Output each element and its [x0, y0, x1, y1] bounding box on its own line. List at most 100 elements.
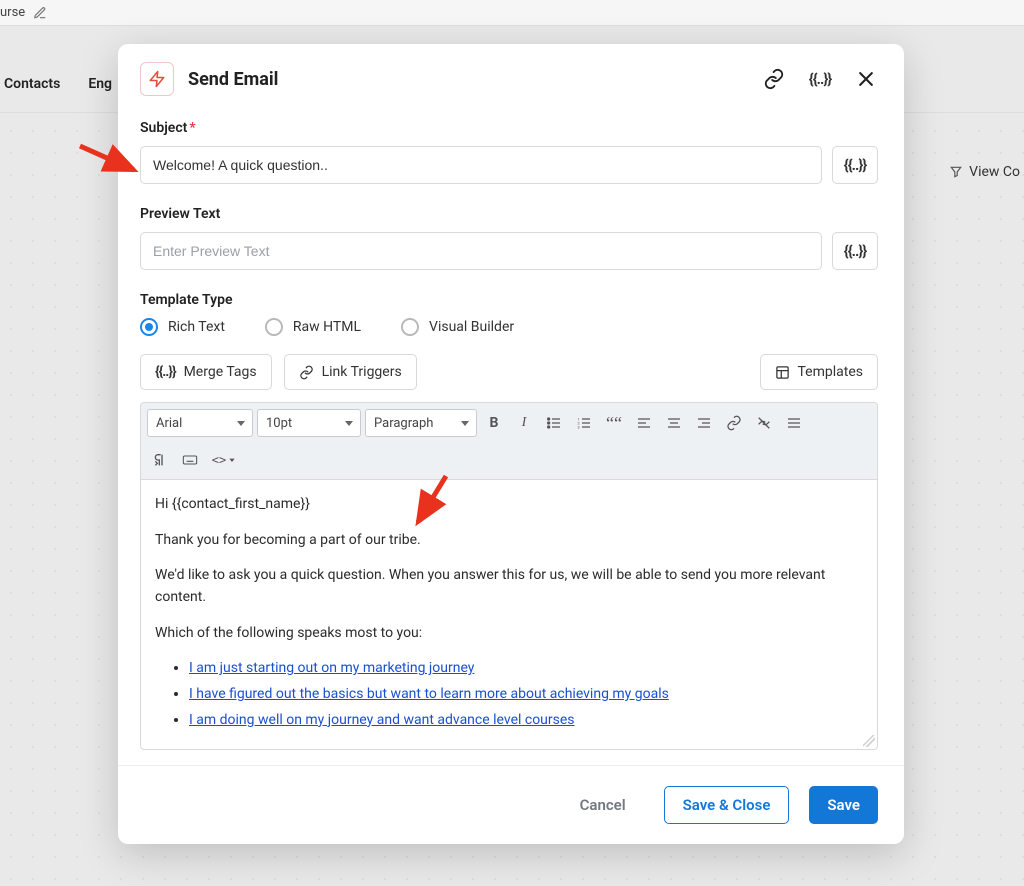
insert-link-button[interactable]	[721, 410, 747, 436]
radio-rich-label: Rich Text	[168, 319, 225, 335]
bullet-list-icon	[546, 415, 562, 431]
block-format-select[interactable]: Paragraph	[365, 409, 477, 437]
quote-button[interactable]: ““	[601, 410, 627, 436]
chevron-down-icon	[228, 456, 236, 464]
radio-raw-html[interactable]: Raw HTML	[265, 318, 361, 336]
bold-button[interactable]: B	[481, 410, 507, 436]
editor-action-row: {{..}} Merge Tags Link Triggers Template…	[140, 354, 878, 390]
align-center-button[interactable]	[661, 410, 687, 436]
background-topbar: urse	[0, 0, 1024, 26]
merge-tags-icon: {{..}}	[155, 364, 176, 380]
bolt-icon	[148, 69, 166, 89]
template-type-radios: Rich Text Raw HTML Visual Builder	[140, 318, 878, 336]
pilcrow-icon	[152, 452, 168, 468]
link-triggers-label: Link Triggers	[322, 364, 402, 380]
radio-raw-label: Raw HTML	[293, 319, 361, 335]
number-list-button[interactable]: 123	[571, 410, 597, 436]
bg-view-label: View Co	[969, 164, 1020, 180]
radio-dot-icon	[140, 318, 158, 336]
align-left-icon	[636, 415, 652, 431]
link-icon	[763, 68, 785, 90]
link-icon	[299, 365, 314, 380]
bullet-list-button[interactable]	[541, 410, 567, 436]
option-link[interactable]: I am doing well on my journey and want a…	[189, 712, 575, 728]
modal-body: Subject* {{..}} Preview Text {{..}} Temp…	[118, 102, 904, 765]
menu-icon	[786, 415, 802, 431]
align-center-icon	[666, 415, 682, 431]
subject-merge-button[interactable]: {{..}}	[832, 146, 878, 184]
svg-text:3: 3	[577, 424, 579, 429]
modal-header-actions: {{..}}	[762, 67, 878, 91]
subject-input[interactable]	[140, 146, 822, 184]
preview-text-input[interactable]	[140, 232, 822, 270]
email-para: We'd like to ask you a quick question. W…	[155, 565, 863, 608]
option-link[interactable]: I am just starting out on my marketing j…	[189, 660, 474, 676]
bg-view-conditions[interactable]: View Co	[949, 164, 1020, 180]
modal-header: Send Email {{..}}	[118, 44, 904, 102]
annotation-arrow-icon	[406, 472, 456, 532]
font-size-select[interactable]: 10pt	[257, 409, 361, 437]
bolt-icon-box	[140, 62, 174, 96]
modal-footer: Cancel Save & Close Save	[118, 765, 904, 844]
subject-label: Subject*	[140, 120, 878, 136]
source-code-button[interactable]: <>	[207, 447, 241, 473]
paragraph-direction-button[interactable]	[147, 447, 173, 473]
link-icon-button[interactable]	[762, 67, 786, 91]
funnel-icon	[949, 165, 963, 179]
close-button[interactable]	[854, 67, 878, 91]
merge-tags-button[interactable]: {{..}} Merge Tags	[140, 354, 272, 390]
keyboard-icon	[181, 452, 199, 468]
modal-title: Send Email	[188, 69, 762, 90]
keyboard-button[interactable]	[177, 447, 203, 473]
radio-rich-text[interactable]: Rich Text	[140, 318, 225, 336]
bg-course-label: urse	[0, 5, 25, 20]
pencil-icon	[33, 6, 47, 20]
background-nav: Contacts Eng	[0, 76, 112, 92]
italic-button[interactable]: I	[511, 410, 537, 436]
preview-merge-button[interactable]: {{..}}	[832, 232, 878, 270]
unlink-button[interactable]	[751, 410, 777, 436]
close-icon	[856, 69, 876, 89]
email-para: Which of the following speaks most to yo…	[155, 623, 863, 645]
templates-button[interactable]: Templates	[760, 354, 879, 390]
editor-content[interactable]: Hi {{contact_first_name}} Thank you for …	[141, 480, 877, 749]
radio-visual-builder[interactable]: Visual Builder	[401, 318, 514, 336]
more-formatting-button[interactable]	[781, 410, 807, 436]
list-item: I have figured out the basics but want t…	[189, 684, 863, 706]
align-left-button[interactable]	[631, 410, 657, 436]
number-list-icon: 123	[576, 415, 592, 431]
bg-nav-eng[interactable]: Eng	[88, 76, 112, 92]
save-button[interactable]: Save	[809, 786, 878, 824]
align-right-icon	[696, 415, 712, 431]
link-triggers-button[interactable]: Link Triggers	[284, 354, 417, 390]
email-options-list: I am just starting out on my marketing j…	[189, 658, 863, 731]
merge-tags-icon: {{..}}	[844, 242, 866, 260]
templates-label: Templates	[798, 364, 864, 380]
email-greeting: Hi {{contact_first_name}}	[155, 494, 863, 516]
option-link[interactable]: I have figured out the basics but want t…	[189, 686, 669, 702]
unlink-icon	[756, 415, 772, 431]
annotation-arrow-icon	[76, 140, 146, 180]
templates-icon	[775, 365, 790, 380]
preview-text-label: Preview Text	[140, 206, 878, 222]
align-right-button[interactable]	[691, 410, 717, 436]
list-item: I am doing well on my journey and want a…	[189, 710, 863, 732]
bg-nav-contacts[interactable]: Contacts	[4, 76, 60, 92]
rich-text-editor: Arial 10pt Paragraph B I 123 ““	[140, 402, 878, 750]
merge-tags-icon: {{..}}	[844, 156, 866, 174]
editor-toolbar: Arial 10pt Paragraph B I 123 ““	[141, 403, 877, 480]
link-icon	[726, 415, 742, 431]
radio-dot-icon	[265, 318, 283, 336]
email-para: Select the option that you feel best sui…	[155, 746, 863, 750]
send-email-modal: Send Email {{..}} Subject* {{..}} Previe…	[118, 44, 904, 844]
merge-tags-label: Merge Tags	[184, 364, 257, 380]
resize-handle-icon[interactable]	[863, 735, 875, 747]
save-and-close-button[interactable]: Save & Close	[664, 786, 790, 824]
merge-tags-icon-button[interactable]: {{..}}	[808, 67, 832, 91]
email-para: Thank you for becoming a part of our tri…	[155, 530, 863, 552]
template-type-label: Template Type	[140, 292, 878, 308]
cancel-button[interactable]: Cancel	[562, 786, 644, 824]
list-item: I am just starting out on my marketing j…	[189, 658, 863, 680]
radio-dot-icon	[401, 318, 419, 336]
font-family-select[interactable]: Arial	[147, 409, 253, 437]
